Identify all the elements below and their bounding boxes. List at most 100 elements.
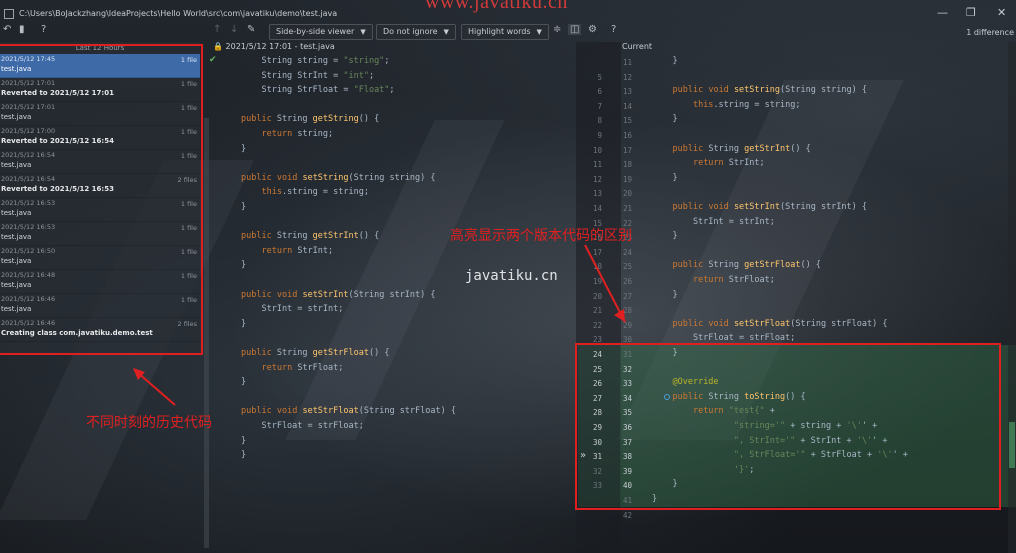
line-number: 13 (622, 87, 632, 97)
line-number: 14 (622, 101, 632, 111)
line-number: 12 (592, 174, 602, 184)
viewer-dropdown[interactable]: Side-by-side viewer ▼ (269, 24, 373, 40)
code-line: StrFloat = strFloat; (241, 421, 364, 431)
patch-icon[interactable]: ▮ (19, 24, 25, 35)
arrow-up-icon[interactable]: ↑ (213, 24, 221, 35)
left-panel-title-text: 2021/5/12 17:01 - test.java (225, 42, 335, 51)
line-number: 8 (597, 116, 602, 126)
code-line: String string = "string"; (241, 56, 390, 66)
line-number: 14 (592, 204, 602, 213)
code-line: public String getStrInt() { (241, 231, 380, 242)
code-line: return StrFloat; (692, 275, 775, 285)
line-number: 22 (592, 320, 602, 330)
line-number: 21 (592, 306, 602, 316)
lock-icon: 🔒 (213, 42, 223, 51)
history-annotation: 不同时刻的历史代码 (86, 415, 212, 431)
close-button[interactable]: ✕ (997, 6, 1006, 19)
code-line: String StrFloat = "Float"; (241, 85, 395, 96)
code-line: public String getStrFloat() { (672, 260, 821, 271)
line-number: 42 (622, 510, 632, 520)
watermark-top: www.javatiku.cn (425, 0, 568, 13)
chevron-down-icon: ▼ (536, 28, 542, 36)
line-number: 21 (622, 204, 632, 213)
app-icon (4, 8, 14, 19)
line-number: 18 (622, 160, 632, 170)
line-number: 15 (622, 116, 632, 126)
code-line: } (241, 377, 247, 388)
line-number: 29 (622, 320, 632, 330)
code-line: } (652, 231, 678, 242)
line-number: 13 (592, 189, 602, 199)
sync-scroll-icon[interactable]: ◫ (568, 24, 582, 35)
line-number: 9 (597, 131, 602, 140)
code-line: } (241, 318, 247, 329)
code-line: String StrInt = "int"; (241, 70, 375, 81)
check-icon: ✔ (209, 55, 217, 65)
code-line: public void setStrFloat(String strFloat)… (672, 318, 888, 329)
gear-icon[interactable]: ⚙ (588, 24, 597, 35)
line-number: 20 (622, 189, 632, 199)
right-scrollbar[interactable] (1008, 42, 1016, 553)
line-number: 28 (622, 306, 632, 316)
help-icon[interactable]: ? (41, 24, 46, 35)
revert-icon[interactable]: ↶ (3, 24, 11, 35)
help-icon[interactable]: ? (611, 24, 616, 35)
code-line: } (652, 56, 678, 66)
line-number: 12 (622, 72, 632, 82)
collapse-icon[interactable]: ≑ (553, 24, 561, 35)
left-panel-title: 🔒 2021/5/12 17:01 - test.java (213, 42, 335, 51)
code-line: } (241, 202, 247, 212)
code-line: public void setStrInt(String strInt) { (241, 289, 436, 300)
line-number: 26 (622, 277, 632, 286)
line-number: 25 (622, 262, 632, 272)
line-number: 17 (622, 145, 632, 155)
code-line: this.string = string; (692, 99, 801, 110)
maximize-button[interactable]: ❐ (966, 6, 976, 19)
window-path: C:\Users\BoJackzhang\IdeaProjects\Hello … (19, 9, 338, 18)
line-number: 16 (622, 131, 632, 140)
line-number: 27 (622, 291, 632, 301)
history-scrollbar[interactable] (204, 118, 209, 548)
line-number: 11 (592, 160, 602, 170)
code-line: public void setStrInt(String strInt) { (672, 202, 867, 212)
code-line: } (241, 450, 247, 461)
difference-count: 1 difference (966, 28, 1014, 37)
history-highlight-box (0, 44, 203, 355)
highlight-annotation: 高亮显示两个版本代码的区别 (450, 228, 632, 244)
diff-scroll-marker (1009, 422, 1015, 468)
toolbar: ↶ ▮ ? ↑ ↓ ✎ Side-by-side viewer ▼ Do not … (0, 24, 1016, 42)
line-number: 18 (592, 262, 602, 272)
code-line: } (652, 289, 678, 300)
line-number: 6 (597, 87, 602, 97)
code-line: return StrInt; (261, 245, 334, 256)
code-line: return StrInt; (692, 158, 765, 169)
code-line: StrInt = strInt; (241, 304, 344, 315)
watermark-mid: javatiku.cn (465, 268, 558, 284)
line-number: 10 (592, 145, 602, 155)
code-line: public void setStrFloat(String strFloat)… (241, 406, 456, 417)
code-line: } (241, 435, 247, 446)
code-line: StrInt = strInt; (652, 216, 775, 227)
code-line: public String getString() { (241, 114, 380, 125)
line-number: 20 (592, 291, 602, 301)
minimize-button[interactable]: — (937, 6, 948, 19)
code-line: public String getStrInt() { (672, 143, 811, 154)
line-number: 19 (622, 174, 632, 184)
line-number: 17 (592, 247, 602, 257)
highlight-label: Highlight words (468, 27, 531, 36)
whitespace-label: Do not ignore (383, 27, 438, 36)
right-panel-title: Current (622, 42, 653, 51)
line-number: 11 (622, 58, 632, 67)
line-number: 19 (592, 277, 602, 286)
chevron-down-icon: ▼ (443, 28, 449, 36)
line-number: 7 (597, 101, 602, 111)
line-number: 24 (622, 247, 632, 257)
arrow-down-icon[interactable]: ↓ (230, 24, 238, 35)
whitespace-dropdown[interactable]: Do not ignore ▼ (376, 24, 456, 40)
code-line: this.string = string; (261, 187, 369, 198)
line-number: 5 (597, 72, 602, 82)
edit-icon[interactable]: ✎ (247, 24, 255, 35)
highlight-dropdown[interactable]: Highlight words ▼ (461, 24, 549, 40)
code-line: return StrFloat; (261, 362, 344, 373)
code-line: return string; (261, 129, 334, 139)
